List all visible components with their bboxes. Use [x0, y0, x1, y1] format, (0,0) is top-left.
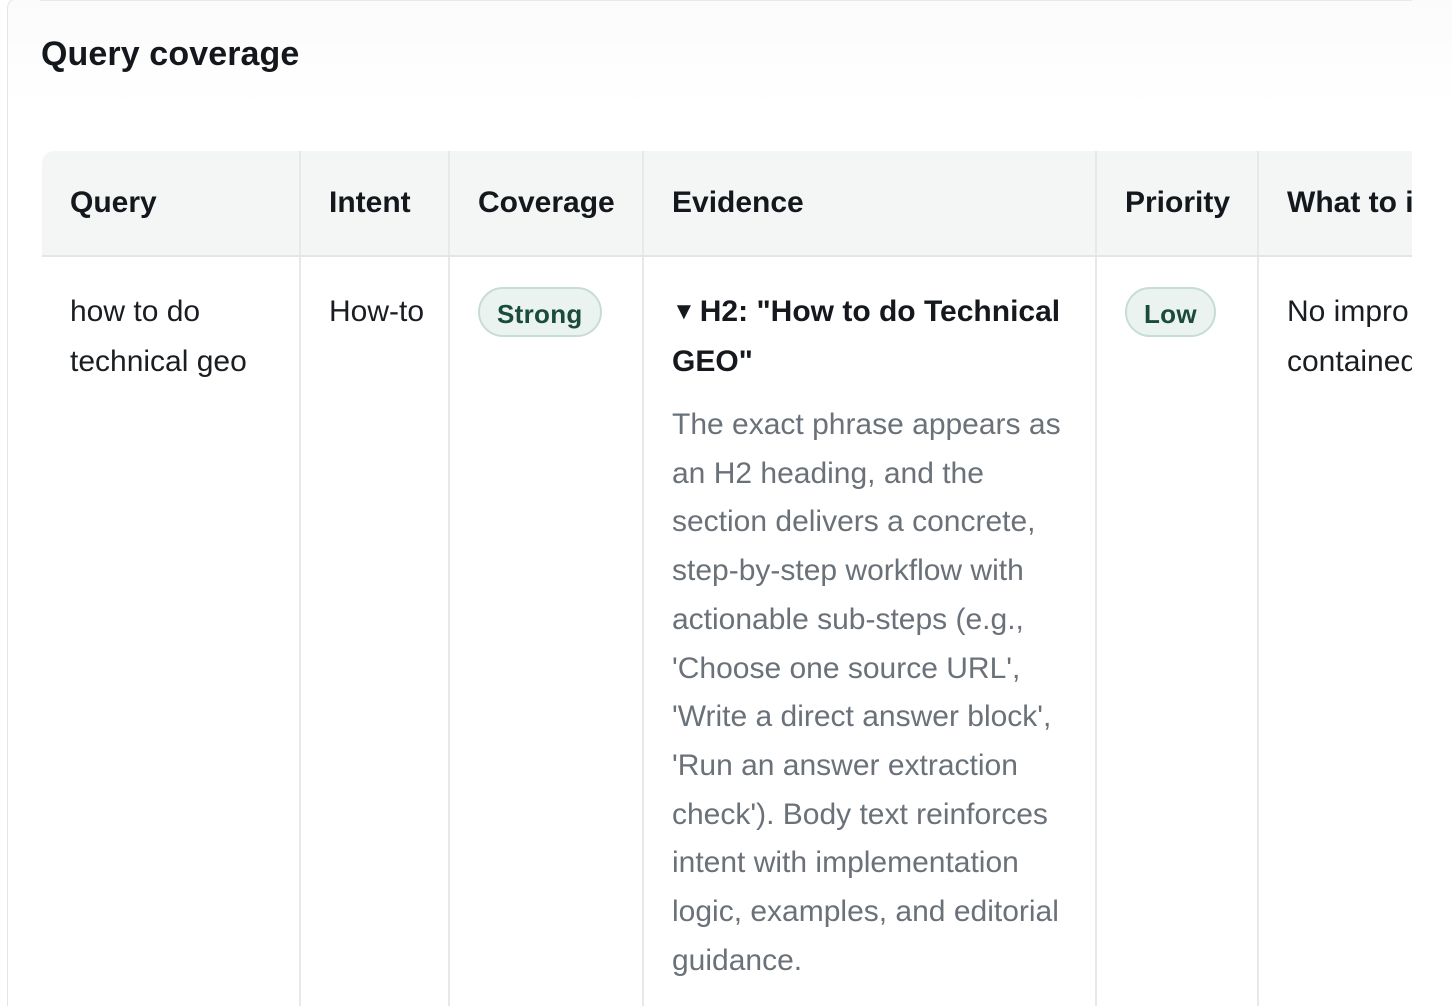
evidence-summary-label: H2: "How to do Technical GEO" [672, 295, 1061, 378]
query-coverage-table-scroll[interactable]: Query Intent Coverage Evidence Priority … [42, 151, 1412, 1006]
cell-query: how to do technical geo [42, 256, 301, 1006]
table-row: how to do technical geo How-to Strong ▼ H… [42, 256, 1412, 1006]
section-title: Query coverage [41, 35, 300, 73]
query-coverage-table: Query Intent Coverage Evidence Priority … [42, 151, 1412, 1006]
triangle-down-icon: ▼ [672, 298, 696, 325]
table-body: how to do technical geo How-to Strong ▼ H… [42, 256, 1412, 1006]
evidence-toggle[interactable]: ▼ H2: "How to do Technical GEO" [672, 287, 1075, 387]
cell-intent: How-to [300, 256, 450, 1006]
cell-priority: Low [1096, 256, 1259, 1006]
header-priority: Priority [1096, 151, 1259, 257]
cell-evidence: ▼ H2: "How to do Technical GEO" The exact… [643, 256, 1097, 1006]
page: Query coverage Query Intent Coverage Evi… [0, 0, 1452, 1006]
evidence-detail: The exact phrase appears as an H2 headin… [672, 408, 1061, 977]
cell-what-to-improve: No impro is well-st contained [1258, 256, 1412, 1006]
card-divider [40, 0, 1412, 1]
header-what-to-improve: What to i [1258, 151, 1412, 257]
header-intent: Intent [300, 151, 450, 257]
table-header: Query Intent Coverage Evidence Priority … [42, 151, 1412, 257]
header-evidence: Evidence [643, 151, 1097, 257]
priority-badge: Low [1125, 287, 1216, 337]
coverage-badge: Strong [478, 287, 602, 337]
header-query: Query [42, 151, 301, 257]
query-coverage-card: Query coverage Query Intent Coverage Evi… [7, 0, 1452, 1006]
header-coverage: Coverage [449, 151, 644, 257]
cell-coverage: Strong [449, 256, 644, 1006]
header-row: Query Intent Coverage Evidence Priority … [42, 151, 1412, 257]
